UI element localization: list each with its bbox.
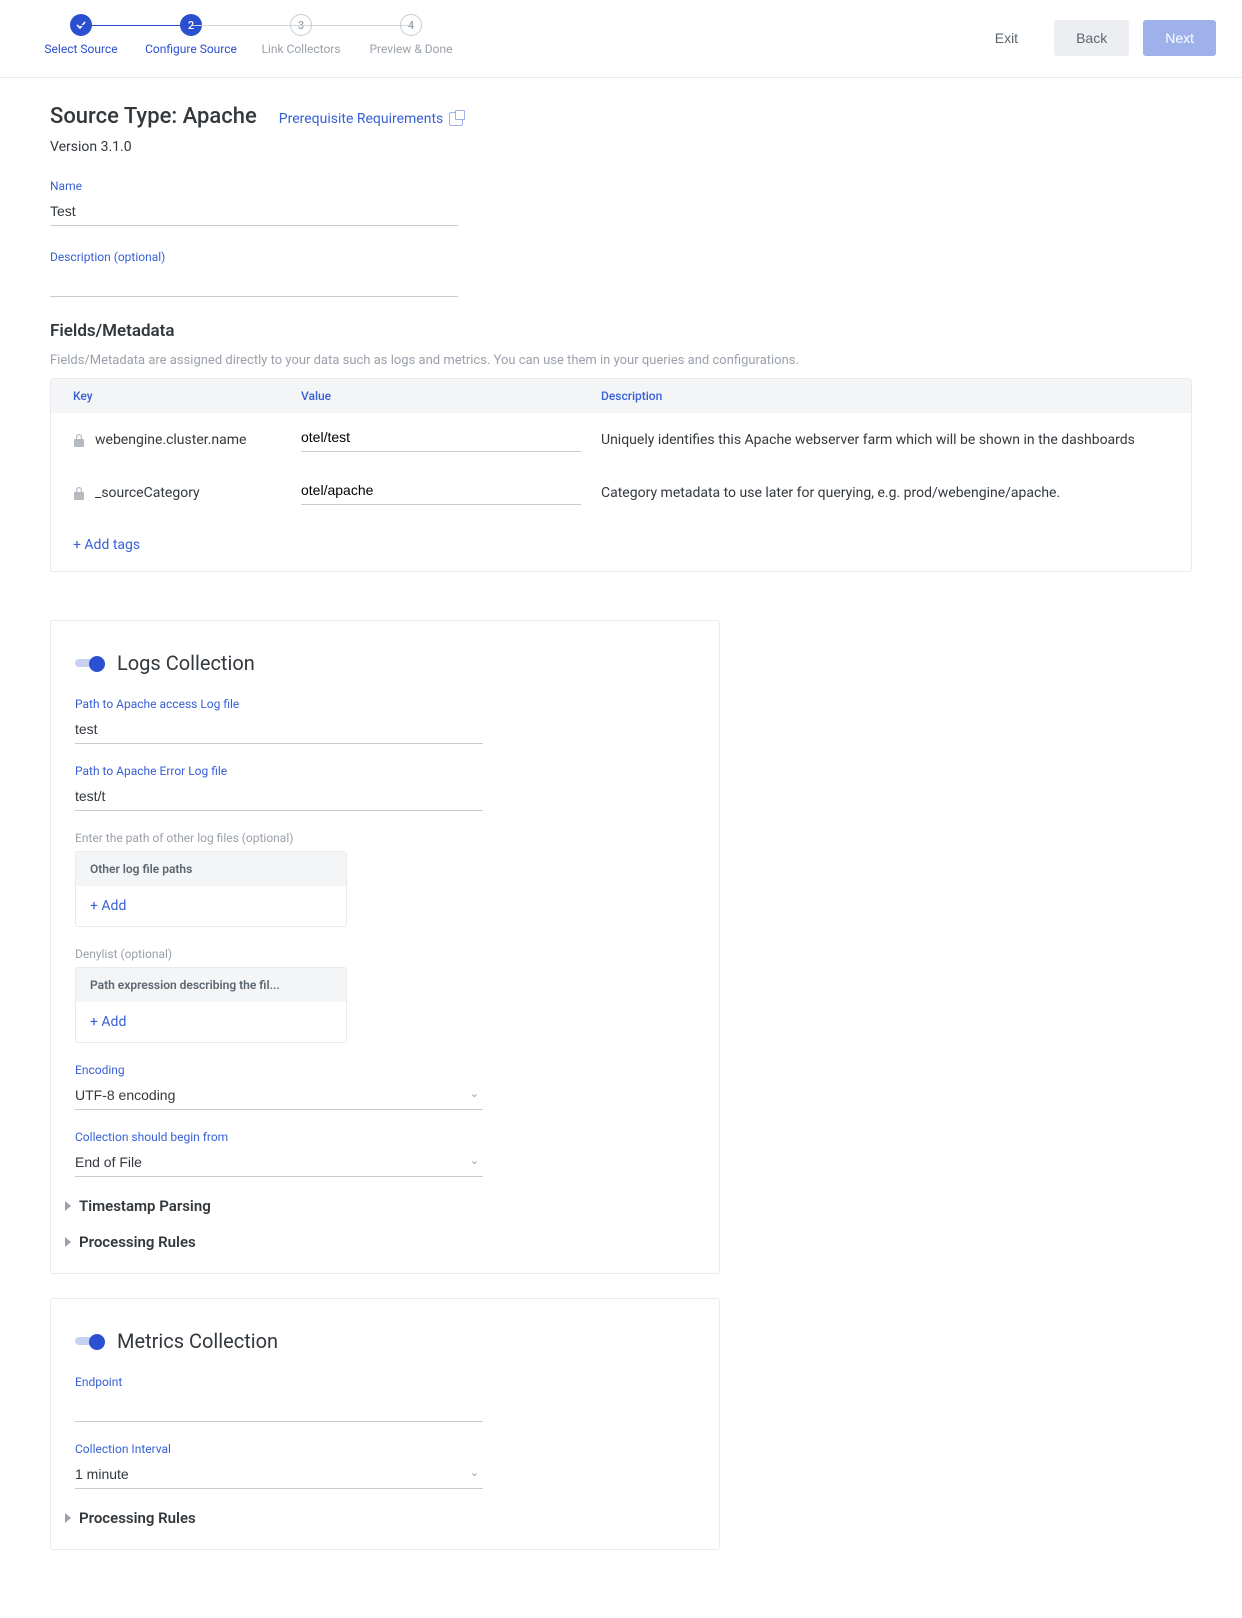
version-text: Version 3.1.0 — [50, 139, 1192, 155]
name-input[interactable] — [50, 199, 458, 226]
begin-label: Collection should begin from — [75, 1130, 695, 1144]
add-tags-button[interactable]: + Add tags — [51, 519, 1191, 571]
name-label: Name — [50, 179, 1192, 193]
col-key-header: Key — [51, 379, 301, 413]
caret-right-icon — [65, 1201, 71, 1211]
toggle-knob — [89, 656, 105, 672]
value-input[interactable] — [301, 427, 581, 452]
step-configure-source[interactable]: 2 Configure Source — [136, 14, 246, 56]
denylist-label: Denylist (optional) — [75, 947, 695, 961]
lock-icon — [73, 433, 85, 447]
fields-metadata-table: Key Value Description webengine.cluster.… — [50, 378, 1192, 572]
name-field: Name — [50, 179, 1192, 226]
col-desc-header: Description — [601, 379, 1191, 413]
step-preview-done[interactable]: 4 Preview & Done — [356, 14, 466, 56]
denylist-add-button[interactable]: + Add — [76, 1002, 346, 1042]
metrics-card-title: Metrics Collection — [117, 1329, 278, 1353]
endpoint-input[interactable] — [75, 1395, 483, 1422]
logs-collection-card: Logs Collection Path to Apache access Lo… — [50, 620, 720, 1274]
error-log-input[interactable] — [75, 784, 483, 811]
error-log-field: Path to Apache Error Log file — [75, 764, 695, 811]
begin-field: Collection should begin from ⌄ — [75, 1130, 695, 1177]
desc-text: Uniquely identifies this Apache webserve… — [601, 432, 1191, 448]
logs-processing-rules-toggle[interactable]: Processing Rules — [65, 1233, 695, 1251]
logs-toggle[interactable] — [75, 656, 105, 670]
timestamp-parsing-toggle[interactable]: Timestamp Parsing — [65, 1197, 695, 1215]
prerequisite-link[interactable]: Prerequisite Requirements — [279, 111, 464, 127]
step-label: Preview & Done — [369, 42, 452, 56]
other-log-label: Enter the path of other log files (optio… — [75, 831, 695, 845]
other-log-field: Enter the path of other log files (optio… — [75, 831, 695, 927]
interval-select[interactable] — [75, 1462, 483, 1489]
access-log-input[interactable] — [75, 717, 483, 744]
step-circle: 4 — [400, 14, 422, 36]
fields-metadata-hint: Fields/Metadata are assigned directly to… — [50, 353, 1192, 368]
denylist-field: Denylist (optional) Path expression desc… — [75, 947, 695, 1043]
prerequisite-label: Prerequisite Requirements — [279, 111, 444, 127]
endpoint-field: Endpoint — [75, 1375, 695, 1422]
key-text: _sourceCategory — [95, 485, 200, 501]
table-row: _sourceCategory Category metadata to use… — [51, 466, 1191, 519]
step-select-source[interactable]: Select Source — [26, 14, 136, 56]
other-log-add-button[interactable]: + Add — [76, 886, 346, 926]
description-field: Description (optional) — [50, 250, 1192, 297]
encoding-field: Encoding ⌄ — [75, 1063, 695, 1110]
interval-field: Collection Interval ⌄ — [75, 1442, 695, 1489]
denylist-table: Path expression describing the fil... + … — [75, 967, 347, 1043]
key-text: webengine.cluster.name — [95, 432, 246, 448]
metrics-collection-card: Metrics Collection Endpoint Collection I… — [50, 1298, 720, 1550]
other-log-table: Other log file paths + Add — [75, 851, 347, 927]
lock-icon — [73, 486, 85, 500]
step-link-collectors[interactable]: 3 Link Collectors — [246, 14, 356, 56]
table-row: webengine.cluster.name Uniquely identifi… — [51, 413, 1191, 466]
page-body: Source Type: Apache Prerequisite Require… — [0, 78, 1242, 1610]
metrics-card-header: Metrics Collection — [75, 1329, 695, 1353]
step-label: Select Source — [44, 42, 117, 56]
title-row: Source Type: Apache Prerequisite Require… — [50, 104, 1192, 129]
toggle-knob — [89, 1334, 105, 1350]
caret-right-icon — [65, 1513, 71, 1523]
access-log-field: Path to Apache access Log file — [75, 697, 695, 744]
logs-card-header: Logs Collection — [75, 651, 695, 675]
logs-processing-rules-label: Processing Rules — [79, 1233, 196, 1251]
back-button[interactable]: Back — [1054, 20, 1129, 56]
encoding-select[interactable] — [75, 1083, 483, 1110]
logs-card-title: Logs Collection — [117, 651, 255, 675]
metrics-processing-rules-label: Processing Rules — [79, 1509, 196, 1527]
fields-metadata-heading: Fields/Metadata — [50, 321, 1192, 341]
stepper: Select Source 2 Configure Source 3 Link … — [26, 14, 466, 56]
interval-label: Collection Interval — [75, 1442, 695, 1456]
other-log-table-header: Other log file paths — [76, 852, 346, 886]
access-log-label: Path to Apache access Log file — [75, 697, 695, 711]
metrics-processing-rules-toggle[interactable]: Processing Rules — [65, 1509, 695, 1527]
exit-button[interactable]: Exit — [973, 20, 1040, 56]
encoding-label: Encoding — [75, 1063, 695, 1077]
table-header: Key Value Description — [51, 379, 1191, 413]
error-log-label: Path to Apache Error Log file — [75, 764, 695, 778]
description-label: Description (optional) — [50, 250, 1192, 264]
metrics-toggle[interactable] — [75, 1334, 105, 1348]
denylist-table-header: Path expression describing the fil... — [76, 968, 346, 1002]
page-title: Source Type: Apache — [50, 104, 257, 129]
desc-text: Category metadata to use later for query… — [601, 485, 1191, 501]
endpoint-label: Endpoint — [75, 1375, 695, 1389]
step-label: Configure Source — [145, 42, 237, 56]
next-button[interactable]: Next — [1143, 20, 1216, 56]
top-bar: Select Source 2 Configure Source 3 Link … — [0, 0, 1242, 78]
timestamp-parsing-label: Timestamp Parsing — [79, 1197, 211, 1215]
col-value-header: Value — [301, 379, 601, 413]
begin-select[interactable] — [75, 1150, 483, 1177]
caret-right-icon — [65, 1237, 71, 1247]
value-input[interactable] — [301, 480, 581, 505]
topbar-actions: Exit Back Next — [973, 14, 1216, 56]
step-label: Link Collectors — [261, 42, 340, 56]
description-input[interactable] — [50, 270, 458, 297]
external-link-icon — [449, 112, 463, 126]
